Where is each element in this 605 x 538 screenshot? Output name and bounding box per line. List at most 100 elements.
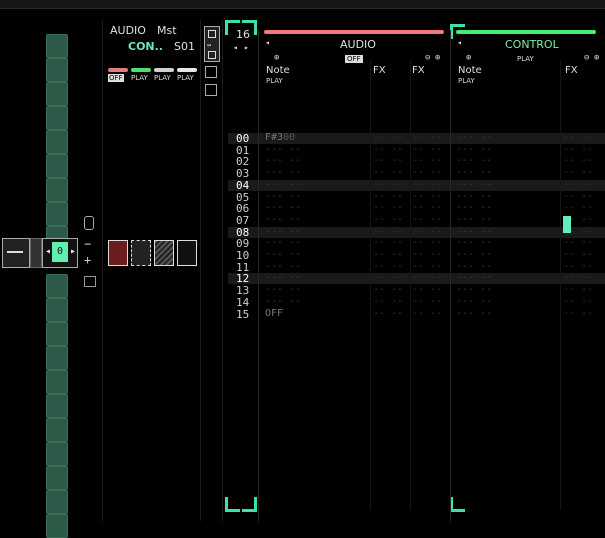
fx-cell[interactable]: -- -- [412, 167, 442, 178]
sequencer-pad[interactable] [46, 418, 68, 442]
empty-cell[interactable]: --- -- [265, 202, 301, 213]
fx-cell[interactable]: -- -- [412, 296, 442, 307]
empty-cell[interactable]: --- -- [265, 144, 301, 155]
mixer-pad-3[interactable] [154, 240, 174, 266]
sequencer-pad[interactable] [46, 490, 68, 514]
tool-icon[interactable] [208, 51, 216, 59]
control-cell[interactable]: --- -- [456, 237, 492, 248]
empty-cell[interactable]: --- -- [265, 272, 301, 283]
track-slot[interactable] [30, 238, 42, 268]
fx-cell[interactable]: -- -- [373, 202, 403, 213]
fx-cell[interactable]: -- -- [412, 226, 442, 237]
chevron-left-icon[interactable]: ◂ [45, 246, 51, 257]
fx-cell[interactable]: -- -- [412, 284, 442, 295]
fx-cell[interactable]: -- -- [563, 308, 593, 319]
fx-cell[interactable]: -- -- [412, 261, 442, 272]
sequencer-pad[interactable] [46, 322, 68, 346]
control-cell[interactable]: --- -- [456, 296, 492, 307]
empty-cell[interactable]: --- -- [265, 296, 301, 307]
mixer-pad-4[interactable] [177, 240, 197, 266]
mixer-con-label[interactable]: CON.. [128, 40, 163, 53]
fx-cell[interactable]: -- -- [563, 202, 593, 213]
note-cell[interactable]: OFF [265, 308, 283, 319]
fx-cell[interactable]: -- -- [373, 272, 403, 283]
sequencer-pad[interactable] [46, 106, 68, 130]
fx-cell[interactable]: -- -- [373, 155, 403, 166]
sequencer-pad[interactable] [46, 370, 68, 394]
mixer-chip-label[interactable]: PLAY [154, 74, 171, 82]
sequencer-pad[interactable] [46, 130, 68, 154]
minus-icon[interactable]: ⊖ [425, 53, 430, 63]
plus-icon[interactable]: ⊕ [594, 53, 599, 63]
fx-cell[interactable]: -- -- [373, 296, 403, 307]
empty-cell[interactable]: --- -- [265, 226, 301, 237]
track-audio-collapse-icon[interactable]: ◂ [265, 38, 270, 47]
empty-cell[interactable]: --- -- [265, 179, 301, 190]
fx-cell[interactable]: -- -- [563, 155, 593, 166]
arrow-right-icon[interactable]: ▸ [244, 43, 249, 52]
sequencer-pad[interactable] [46, 178, 68, 202]
control-cell[interactable]: --- -- [456, 202, 492, 213]
note-cell[interactable]: F#300 [265, 132, 295, 143]
fx-cell[interactable]: -- -- [412, 155, 442, 166]
fx-cell[interactable]: -- -- [373, 191, 403, 202]
empty-cell[interactable]: --- -- [265, 155, 301, 166]
sequencer-pad[interactable] [46, 154, 68, 178]
fx-cell[interactable]: -- -- [373, 132, 403, 143]
sequencer-pad[interactable] [46, 346, 68, 370]
control-cell[interactable]: --- -- [456, 179, 492, 190]
empty-cell[interactable]: --- -- [265, 261, 301, 272]
empty-cell[interactable]: --- -- [265, 237, 301, 248]
control-cell[interactable]: --- -- [456, 191, 492, 202]
empty-cell[interactable]: --- -- [265, 191, 301, 202]
fx-cell[interactable]: -- -- [373, 249, 403, 260]
control-cell[interactable]: --- -- [456, 214, 492, 225]
control-cell[interactable]: --- -- [456, 272, 492, 283]
fx-cell[interactable]: -- -- [563, 144, 593, 155]
fx-cell[interactable]: -- -- [563, 132, 593, 143]
mixer-chip-label[interactable]: PLAY [131, 74, 148, 82]
fx-cell[interactable]: -- -- [373, 167, 403, 178]
sequencer-pad[interactable] [46, 202, 68, 226]
sequencer-pad[interactable] [46, 466, 68, 490]
plus-icon[interactable]: ⊕ [274, 53, 279, 63]
plus-button[interactable]: + [84, 253, 91, 267]
fx-cell[interactable]: -- -- [563, 296, 593, 307]
fx-cell[interactable]: -- -- [412, 308, 442, 319]
fx-cell[interactable]: -- -- [412, 249, 442, 260]
sequencer-pad[interactable] [46, 514, 68, 538]
fx-cell[interactable]: -- -- [563, 237, 593, 248]
swap-icon[interactable]: ↔ [207, 41, 211, 49]
fx-cell[interactable]: -- -- [373, 144, 403, 155]
empty-cell[interactable]: --- -- [265, 214, 301, 225]
fx-cell[interactable]: -- -- [563, 179, 593, 190]
track-audio-name[interactable]: AUDIO [340, 38, 376, 51]
value-box[interactable]: ◂ 0 ▸ [42, 238, 78, 268]
fx-cell[interactable]: -- -- [563, 272, 593, 283]
control-cell[interactable]: --- -- [456, 144, 492, 155]
sequencer-pad[interactable] [46, 58, 68, 82]
cursor[interactable] [563, 216, 571, 233]
mixer-pad-control[interactable] [131, 240, 151, 266]
minus-button[interactable]: − [84, 237, 91, 251]
sequencer-pad[interactable] [46, 82, 68, 106]
fx-cell[interactable]: -- -- [412, 272, 442, 283]
fx-cell[interactable]: -- -- [412, 191, 442, 202]
chevron-right-icon[interactable]: ▸ [70, 246, 76, 257]
mixer-chip-label[interactable]: OFF [108, 74, 124, 82]
fx-cell[interactable]: -- -- [373, 214, 403, 225]
fx-cell[interactable]: -- -- [373, 226, 403, 237]
control-cell[interactable]: --- -- [456, 155, 492, 166]
fx-cell[interactable]: -- -- [563, 261, 593, 272]
fx-cell[interactable]: -- -- [373, 261, 403, 272]
toggle-button[interactable] [205, 84, 217, 96]
control-cell[interactable]: --- -- [456, 226, 492, 237]
link-icon[interactable] [84, 216, 94, 230]
sequencer-pad[interactable] [46, 298, 68, 322]
toggle-button[interactable] [205, 66, 217, 78]
sequencer-pad[interactable] [46, 442, 68, 466]
plus-icon[interactable]: ⊕ [466, 53, 471, 63]
arrow-left-icon[interactable]: ◂ [233, 43, 238, 52]
control-cell[interactable]: --- -- [456, 167, 492, 178]
control-cell[interactable]: --- -- [456, 249, 492, 260]
